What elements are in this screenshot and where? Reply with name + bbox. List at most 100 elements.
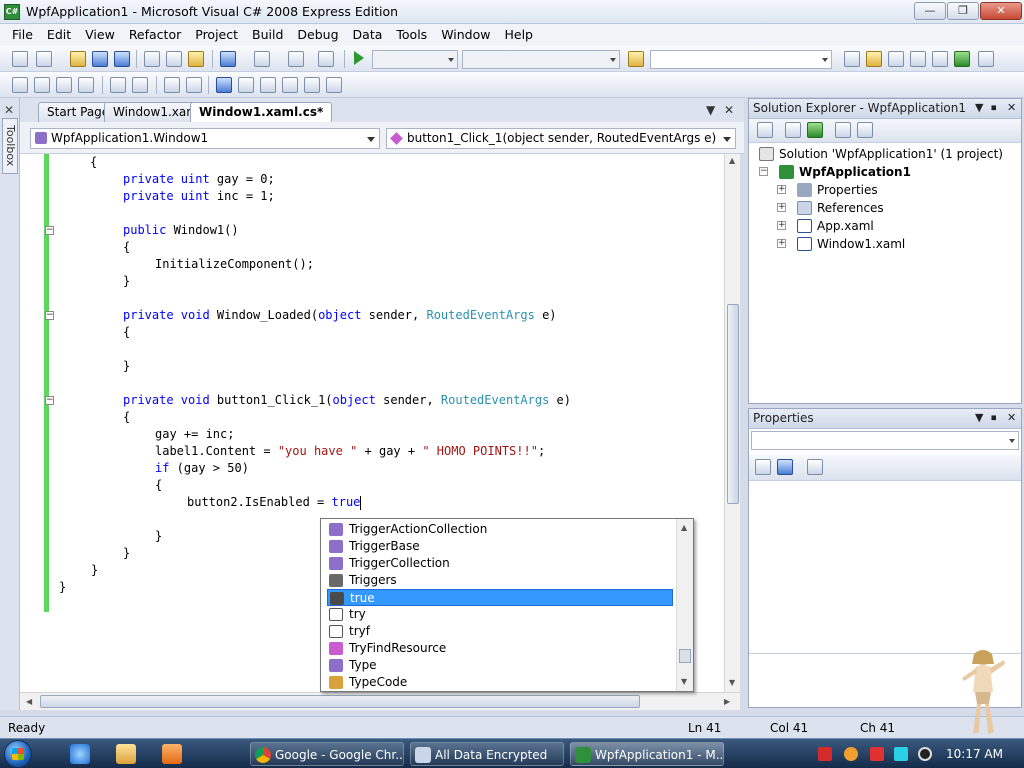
expand-icon[interactable]: + (777, 221, 786, 230)
show-all-files-icon[interactable] (785, 122, 801, 138)
tree-solution[interactable]: Solution 'WpfApplication1' (1 project) (759, 145, 1003, 163)
object-selector[interactable] (751, 431, 1019, 450)
scroll-up-icon[interactable]: ▲ (681, 523, 687, 532)
previous-bookmark-icon[interactable] (238, 77, 254, 93)
close-button[interactable]: ✕ (980, 2, 1022, 20)
new-project-icon[interactable] (12, 51, 28, 67)
menu-window[interactable]: Window (434, 24, 497, 46)
redo-icon[interactable] (254, 51, 270, 67)
undo-icon[interactable] (220, 51, 236, 67)
completion-item[interactable]: TryFindResource (327, 640, 673, 657)
save-all-icon[interactable] (114, 51, 130, 67)
find-combo[interactable] (650, 50, 832, 69)
toolbox-pin-icon[interactable]: ✕ (4, 103, 14, 117)
menu-debug[interactable]: Debug (290, 24, 345, 46)
tree-properties[interactable]: Properties (797, 181, 878, 199)
start-debugging-icon[interactable] (354, 51, 364, 65)
desktop-character-icon[interactable] (958, 648, 1008, 736)
uncomment-lines-icon[interactable] (186, 77, 202, 93)
member-dropdown[interactable]: button1_Click_1(object sender, RoutedEve… (386, 128, 736, 149)
find-in-files-icon[interactable] (628, 51, 644, 67)
intellisense-list[interactable]: TriggerActionCollection TriggerBase Trig… (320, 518, 694, 692)
toggle-bookmark-icon[interactable] (216, 77, 232, 93)
copy-icon[interactable] (166, 51, 182, 67)
start-button[interactable] (4, 740, 32, 768)
intellisense-scrollbar[interactable]: ▲ ▼ (676, 519, 693, 691)
categorized-icon[interactable] (755, 459, 771, 475)
expand-icon[interactable]: + (777, 185, 786, 194)
increase-indent-icon[interactable] (132, 77, 148, 93)
decrease-indent-icon[interactable] (110, 77, 126, 93)
previous-bookmark-folder-icon[interactable] (282, 77, 298, 93)
find-icon[interactable] (844, 51, 860, 67)
toolbox-tab[interactable]: Toolbox (2, 118, 18, 174)
menu-refactor[interactable]: Refactor (122, 24, 188, 46)
scroll-down-icon[interactable]: ▼ (729, 678, 735, 687)
collapse-region-icon[interactable]: − (45, 311, 54, 320)
internet-explorer-icon[interactable] (70, 744, 90, 764)
antivirus-tray-icon[interactable] (818, 747, 832, 761)
media-player-icon[interactable] (162, 744, 182, 764)
tab-list-icon[interactable]: ▼ (706, 103, 715, 117)
properties-icon[interactable] (757, 122, 773, 138)
collapse-region-icon[interactable]: − (45, 226, 54, 235)
menu-build[interactable]: Build (245, 24, 290, 46)
view-designer-icon[interactable] (857, 122, 873, 138)
navigate-forward-icon[interactable] (318, 51, 334, 67)
clear-bookmarks-icon[interactable] (326, 77, 342, 93)
comment-lines-icon[interactable] (164, 77, 180, 93)
next-bookmark-icon[interactable] (260, 77, 276, 93)
completion-item-selected[interactable]: true (327, 589, 673, 606)
scroll-right-icon[interactable]: ▶ (724, 697, 730, 706)
taskbar-item-chrome[interactable]: Google - Google Chr... (250, 742, 404, 766)
taskbar-item-encrypted[interactable]: All Data Encrypted (410, 742, 564, 766)
tree-references[interactable]: References (797, 199, 884, 217)
expand-icon[interactable]: + (777, 203, 786, 212)
platform-combo[interactable] (462, 50, 620, 69)
collapse-icon[interactable]: − (759, 167, 768, 176)
object-browser-icon[interactable] (910, 51, 926, 67)
scroll-thumb[interactable] (727, 304, 739, 504)
clock[interactable]: 10:17 AM (946, 739, 1003, 768)
tree-app-xaml[interactable]: App.xaml (797, 217, 874, 235)
expand-icon[interactable]: + (777, 239, 786, 248)
tree-project[interactable]: WpfApplication1 (779, 163, 911, 181)
cut-icon[interactable] (144, 51, 160, 67)
alphabetical-icon[interactable] (777, 459, 793, 475)
scroll-left-icon[interactable]: ◀ (26, 697, 32, 706)
start-page-icon[interactable] (954, 51, 970, 67)
close-panel-icon[interactable]: ✕ (1007, 101, 1016, 114)
auto-hide-pin-icon[interactable]: ⏹ (991, 101, 997, 115)
completion-item[interactable]: TriggerBase (327, 538, 673, 555)
window-position-icon[interactable]: ▼ (975, 411, 983, 424)
display-quick-info-icon[interactable] (56, 77, 72, 93)
solution-explorer-icon[interactable] (866, 51, 882, 67)
menu-edit[interactable]: Edit (40, 24, 78, 46)
flag-tray-icon[interactable] (870, 747, 884, 761)
completion-item[interactable]: try (327, 606, 673, 623)
close-panel-icon[interactable]: ✕ (1007, 411, 1016, 424)
taskbar-item-visual-studio[interactable]: WpfApplication1 - M... (570, 742, 724, 766)
completion-item[interactable]: TriggerActionCollection (327, 521, 673, 538)
completion-item[interactable]: tryf (327, 623, 673, 640)
property-pages-icon[interactable] (807, 459, 823, 475)
next-bookmark-folder-icon[interactable] (304, 77, 320, 93)
class-dropdown[interactable]: WpfApplication1.Window1 (30, 128, 380, 149)
scroll-thumb[interactable] (679, 649, 691, 663)
editor-horizontal-scrollbar[interactable]: ◀ ▶ (20, 692, 740, 710)
auto-hide-pin-icon[interactable]: ⏹ (991, 411, 997, 425)
scroll-down-icon[interactable]: ▼ (681, 677, 687, 686)
open-file-icon[interactable] (70, 51, 86, 67)
toolbar-options-icon[interactable] (978, 51, 994, 67)
completion-item[interactable]: TriggerCollection (327, 555, 673, 572)
save-icon[interactable] (92, 51, 108, 67)
menu-tools[interactable]: Tools (389, 24, 434, 46)
properties-window-icon[interactable] (888, 51, 904, 67)
navigate-backward-icon[interactable] (288, 51, 304, 67)
display-object-members-icon[interactable] (12, 77, 28, 93)
network-tray-icon[interactable] (894, 747, 908, 761)
display-parameter-info-icon[interactable] (34, 77, 50, 93)
menu-data[interactable]: Data (346, 24, 390, 46)
configuration-combo[interactable] (372, 50, 458, 69)
view-code-icon[interactable] (835, 122, 851, 138)
